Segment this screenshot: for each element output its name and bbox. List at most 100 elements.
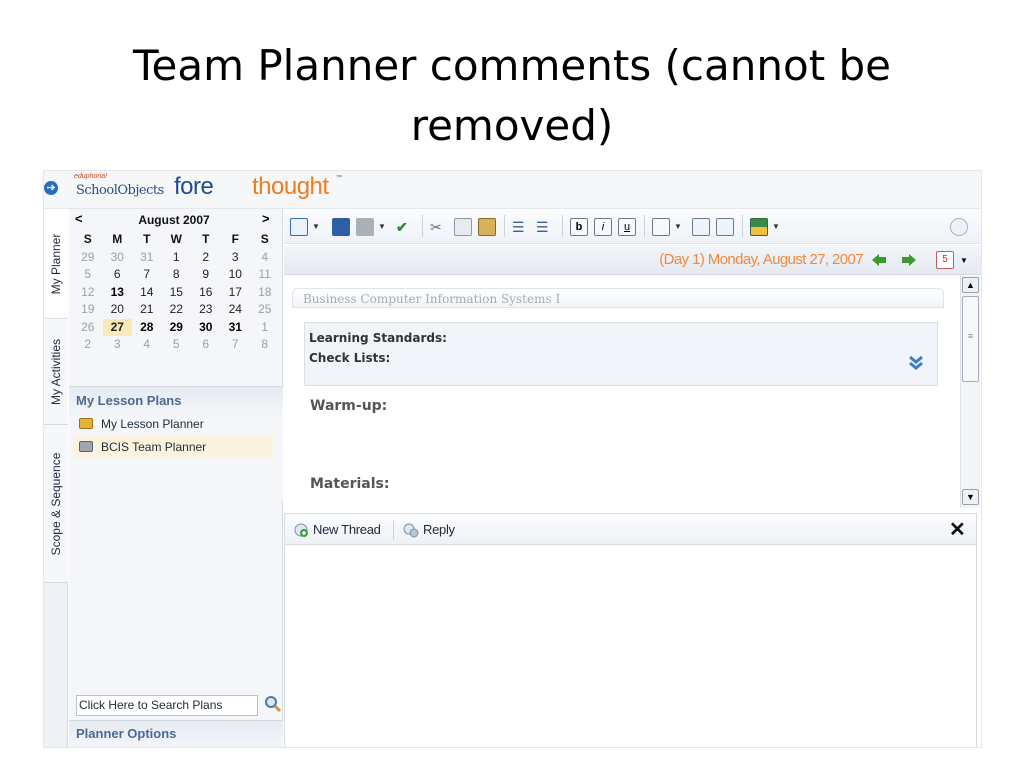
calendar-day[interactable]: 29: [162, 319, 192, 337]
calendar-picker-icon[interactable]: 5: [936, 251, 954, 269]
calendar-day[interactable]: 29: [73, 249, 103, 267]
calendar-day[interactable]: 9: [191, 266, 221, 284]
calendar-weekday: W: [170, 232, 182, 246]
calendar-day[interactable]: 2: [191, 249, 221, 267]
calendar-day[interactable]: 25: [250, 301, 280, 319]
chevron-down-icon[interactable]: ▼: [312, 222, 320, 231]
tab-scope-sequence[interactable]: Scope & Sequence: [44, 425, 68, 583]
next-day-arrow-icon[interactable]: [902, 254, 916, 266]
calendar-day[interactable]: 22: [162, 301, 192, 319]
comments-panel[interactable]: [284, 545, 977, 747]
planner-options-section[interactable]: Planner Options: [69, 720, 283, 747]
calendar-day[interactable]: 19: [73, 301, 103, 319]
calendar-day[interactable]: 14: [132, 284, 162, 302]
calendar-day[interactable]: 31: [221, 319, 251, 337]
numbered-list-icon[interactable]: ☰: [512, 218, 530, 236]
planner-book-icon: [79, 418, 93, 429]
calendar-day[interactable]: 8: [162, 266, 192, 284]
tab-my-planner[interactable]: My Planner: [44, 209, 68, 319]
materials-label: Materials:: [310, 476, 390, 492]
calendar-day[interactable]: 24: [221, 301, 251, 319]
lesson-editor[interactable]: Business Computer Information Systems I …: [284, 276, 960, 508]
chevron-down-icon[interactable]: ▼: [378, 222, 386, 231]
chevron-down-icon[interactable]: ▼: [960, 256, 968, 265]
calendar-day[interactable]: 4: [132, 336, 162, 354]
calendar-day[interactable]: 18: [250, 284, 280, 302]
calendar-day[interactable]: 30: [191, 319, 221, 337]
calendar-day[interactable]: 16: [191, 284, 221, 302]
calendar-day[interactable]: 5: [73, 266, 103, 284]
italic-icon[interactable]: i: [594, 218, 612, 236]
close-icon[interactable]: ✕: [949, 517, 966, 542]
bold-icon[interactable]: b: [570, 218, 588, 236]
spellcheck-icon[interactable]: ✔: [396, 218, 414, 236]
calendar-day[interactable]: 6: [191, 336, 221, 354]
calendar-day[interactable]: 17: [221, 284, 251, 302]
chevron-down-icon[interactable]: ▼: [772, 222, 780, 231]
logo-edu: eduphoria!: [74, 173, 108, 180]
calendar-day[interactable]: 3: [221, 249, 251, 267]
paste-icon[interactable]: [478, 218, 496, 236]
copy-icon[interactable]: [454, 218, 472, 236]
calendar-day[interactable]: 13: [103, 284, 133, 302]
calendar-day[interactable]: 21: [132, 301, 162, 319]
search-icon[interactable]: [264, 695, 282, 713]
cut-icon[interactable]: ✂: [430, 218, 448, 236]
calendar-day[interactable]: 5: [162, 336, 192, 354]
new-thread-button[interactable]: New Thread: [291, 520, 381, 540]
calendar-day[interactable]: 11: [250, 266, 280, 284]
calendar-week-row: 29 30 31 1 2 3 4: [73, 249, 280, 267]
lesson-item-bcis-team-planner[interactable]: BCIS Team Planner: [73, 436, 273, 458]
new-document-icon[interactable]: [290, 218, 308, 236]
back-arrow-icon[interactable]: ➔: [44, 181, 58, 195]
outdent-icon[interactable]: [692, 218, 710, 236]
calendar-day[interactable]: 8: [250, 336, 280, 354]
indent-icon[interactable]: [716, 218, 734, 236]
align-icon[interactable]: [652, 218, 670, 236]
calendar-day[interactable]: 1: [250, 319, 280, 337]
calendar-day[interactable]: 23: [191, 301, 221, 319]
calendar-day[interactable]: 1: [162, 249, 192, 267]
expand-chevrons-icon[interactable]: [908, 355, 924, 371]
scroll-up-button[interactable]: ▲: [962, 277, 979, 293]
search-plans-input[interactable]: Click Here to Search Plans: [76, 695, 258, 716]
calendar-next-button[interactable]: >: [262, 211, 270, 226]
previous-day-arrow-icon[interactable]: [872, 254, 886, 266]
calendar-day[interactable]: 31: [132, 249, 162, 267]
calendar-prev-button[interactable]: <: [75, 211, 83, 226]
lesson-item-label: BCIS Team Planner: [101, 440, 207, 454]
calendar-day[interactable]: 7: [221, 336, 251, 354]
calendar-weekday: S: [260, 232, 269, 246]
calendar-day[interactable]: 10: [221, 266, 251, 284]
reply-button[interactable]: Reply: [401, 520, 455, 540]
print-icon[interactable]: [356, 218, 374, 236]
table-icon[interactable]: [750, 218, 768, 236]
calendar-day[interactable]: 27: [102, 318, 132, 336]
calendar-day[interactable]: 26: [73, 319, 103, 337]
calendar-day[interactable]: 12: [73, 284, 103, 302]
calendar-day[interactable]: 2: [73, 336, 103, 354]
calendar-month-label: August 2007: [138, 213, 210, 227]
save-icon[interactable]: [332, 218, 350, 236]
calendar-day[interactable]: 20: [103, 301, 133, 319]
lesson-item-my-lesson-planner[interactable]: My Lesson Planner: [73, 413, 273, 435]
calendar-day[interactable]: 30: [103, 249, 133, 267]
underline-icon[interactable]: u: [618, 218, 636, 236]
tab-my-activities[interactable]: My Activities: [44, 319, 68, 425]
scroll-down-button[interactable]: ▼: [962, 489, 979, 505]
new-thread-icon: [294, 523, 308, 537]
calendar-week-row: 5 6 7 8 9 10 11: [73, 266, 280, 284]
comments-bubble-icon[interactable]: [950, 218, 968, 236]
bullet-list-icon[interactable]: ☰: [536, 218, 554, 236]
calendar-day[interactable]: 28: [132, 319, 162, 337]
scroll-thumb[interactable]: ≡: [962, 296, 979, 382]
calendar-day[interactable]: 3: [103, 336, 133, 354]
vertical-tab-strip: My Planner My Activities Scope & Sequenc…: [44, 209, 68, 747]
calendar-weekday: S: [83, 232, 92, 246]
editor-scrollbar[interactable]: ▲ ≡ ▼: [960, 276, 980, 508]
calendar-day[interactable]: 7: [132, 266, 162, 284]
chevron-down-icon[interactable]: ▼: [674, 222, 682, 231]
calendar-day[interactable]: 15: [162, 284, 192, 302]
calendar-day[interactable]: 6: [103, 266, 133, 284]
calendar-day[interactable]: 4: [250, 249, 280, 267]
